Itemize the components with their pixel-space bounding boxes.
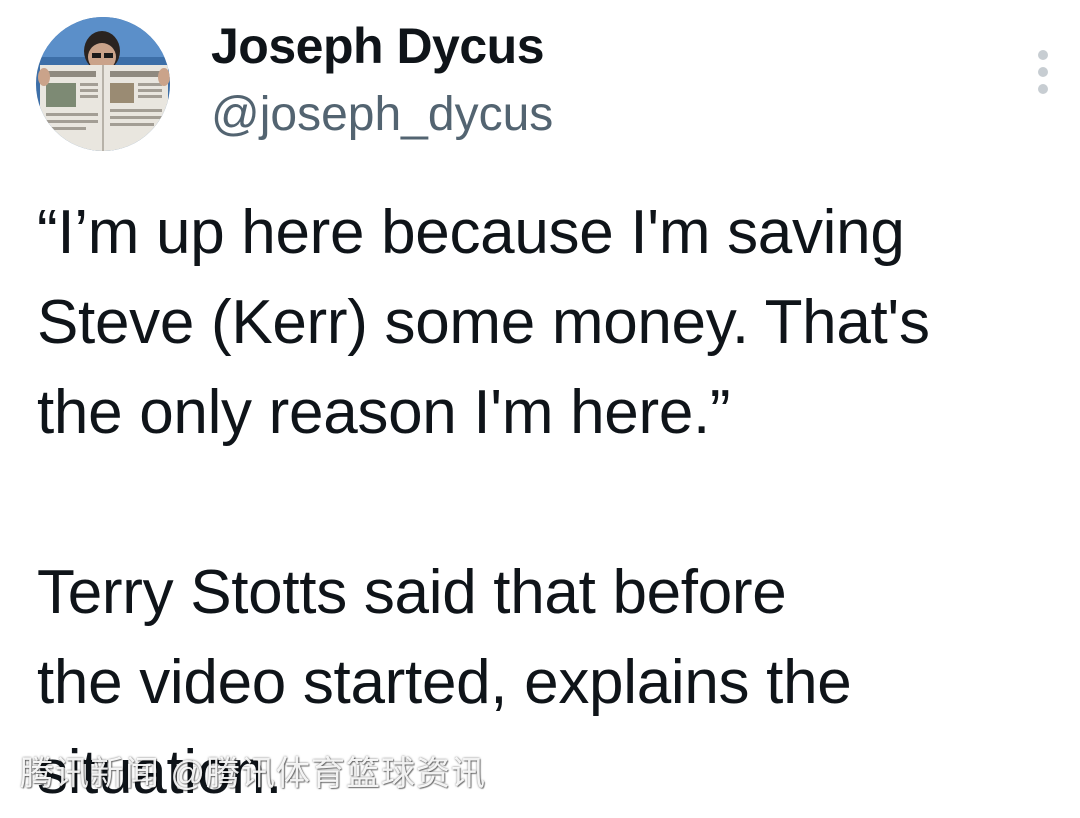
- author-display-name[interactable]: Joseph Dycus: [211, 16, 545, 76]
- tweet-line: the video started, explains the: [37, 648, 852, 717]
- tweet-paragraph: “I’m up here because I'm saving Steve (K…: [37, 188, 1067, 458]
- menu-dot: [1038, 84, 1048, 94]
- menu-dot: [1038, 67, 1048, 77]
- author-avatar[interactable]: [36, 17, 170, 151]
- tweet-line: Terry Stotts said that before: [37, 558, 787, 627]
- tweet-header: Joseph Dycus @joseph_dycus: [0, 0, 1080, 170]
- tweet-line: “I’m up here because I'm saving: [37, 198, 905, 267]
- tweet-line: Steve (Kerr) some money. That's: [37, 288, 930, 357]
- watermark: 腾讯新闻 @腾讯体育篮球资讯: [20, 755, 486, 793]
- avatar-photo: [36, 17, 170, 151]
- tweet-line: the only reason I'm here.”: [37, 378, 731, 447]
- menu-dot: [1038, 50, 1048, 60]
- more-options-icon[interactable]: [1026, 46, 1060, 98]
- tweet-text: “I’m up here because I'm saving Steve (K…: [37, 188, 1067, 818]
- author-handle[interactable]: @joseph_dycus: [211, 86, 553, 144]
